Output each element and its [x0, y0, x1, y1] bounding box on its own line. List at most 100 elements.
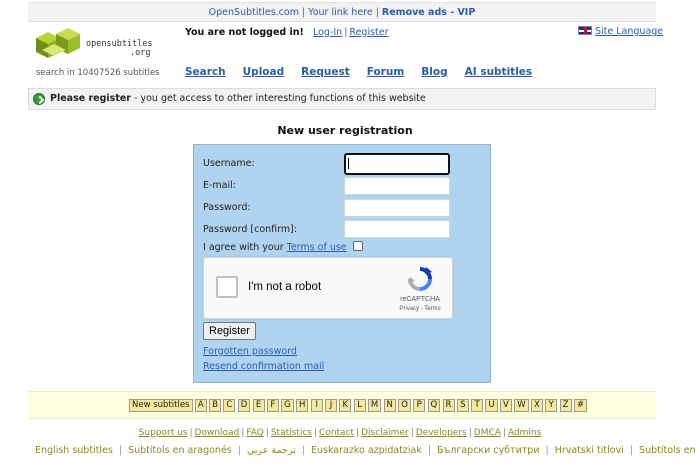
- letter-v[interactable]: V: [499, 399, 512, 412]
- nav-search[interactable]: Search: [185, 66, 226, 78]
- forgotten-password-link[interactable]: Forgotten password: [203, 346, 297, 357]
- language-link[interactable]: Subtítols en Català: [639, 445, 696, 456]
- footer-link-support-us[interactable]: Support us: [139, 428, 188, 438]
- footer-link-contact[interactable]: Contact: [319, 428, 354, 438]
- letter-j[interactable]: J: [325, 399, 338, 412]
- remove-ads-link[interactable]: Remove ads - VIP: [382, 7, 475, 18]
- nav-blog[interactable]: Blog: [421, 66, 447, 78]
- language-link[interactable]: ترجمة عربي: [247, 445, 296, 456]
- opensubtitles-com-link[interactable]: OpenSubtitles.com: [209, 7, 299, 18]
- new-subtitles-button[interactable]: New subtitles: [129, 399, 193, 412]
- separator: |: [502, 428, 506, 438]
- separator: |: [118, 445, 123, 456]
- letter-o[interactable]: O: [398, 399, 411, 412]
- recaptcha-logo-icon: [408, 267, 432, 291]
- separator: |: [427, 445, 432, 456]
- separator: |: [301, 445, 305, 456]
- terms-of-use-link[interactable]: Terms of use: [287, 242, 347, 253]
- letter-d[interactable]: D: [237, 399, 251, 412]
- separator: |: [410, 428, 414, 438]
- footer-link-disclaimer[interactable]: Disclaimer: [361, 428, 409, 438]
- check-circle-icon: [33, 93, 45, 105]
- separator: |: [375, 7, 379, 18]
- recaptcha-privacy-terms[interactable]: Privacy - Terms: [390, 306, 450, 312]
- nav-ai-subtitles[interactable]: AI subtitles: [465, 66, 533, 78]
- nav-upload[interactable]: Upload: [243, 66, 284, 78]
- letter-l[interactable]: L: [353, 399, 366, 412]
- letter-c[interactable]: C: [223, 399, 236, 412]
- alphabet-list: New subtitles A B C D E F G H I J K L M N O P Q R S T U V W X Y Z #: [129, 399, 589, 412]
- login-link[interactable]: Log-In: [313, 27, 342, 38]
- password-label: Password:: [203, 202, 251, 213]
- separator: |: [237, 445, 241, 456]
- language-link[interactable]: Euskarazko azpidatziak: [311, 445, 422, 456]
- letter-k[interactable]: K: [339, 399, 352, 412]
- register-notice: Please register - you get access to othe…: [28, 88, 656, 110]
- letter-n[interactable]: N: [383, 399, 396, 412]
- separator: |: [189, 428, 193, 438]
- letter-i[interactable]: I: [310, 399, 323, 412]
- footer-link-statistics[interactable]: Statistics: [271, 428, 312, 438]
- letter-e[interactable]: E: [252, 399, 265, 412]
- recaptcha-label: I'm not a robot: [248, 281, 322, 293]
- separator: |: [468, 428, 472, 438]
- register-link[interactable]: Register: [349, 27, 388, 38]
- your-link-here-link[interactable]: Your link here: [308, 7, 373, 18]
- letter-g[interactable]: G: [281, 399, 294, 412]
- letter-y[interactable]: Y: [545, 399, 558, 412]
- language-link[interactable]: Български субтитри: [437, 445, 539, 456]
- nav-request[interactable]: Request: [301, 66, 350, 78]
- register-button[interactable]: Register: [203, 322, 256, 340]
- username-input[interactable]: [344, 153, 450, 175]
- site-language[interactable]: Site Language: [578, 26, 663, 37]
- letter-t[interactable]: T: [471, 399, 484, 412]
- letter-q[interactable]: Q: [427, 399, 441, 412]
- password-input[interactable]: [344, 199, 450, 217]
- footer-link-dmca[interactable]: DMCA: [474, 428, 501, 438]
- notice-bold: Please register: [50, 93, 131, 104]
- letter-u[interactable]: U: [485, 399, 498, 412]
- email-label: E-mail:: [203, 180, 236, 191]
- top-bar: OpenSubtitles.com | Your link here | Remove …: [28, 2, 656, 22]
- notice-text: - you get access to other interesting fu…: [131, 93, 426, 104]
- nav-forum[interactable]: Forum: [367, 66, 405, 78]
- resend-confirmation-link[interactable]: Resend confirmation mail: [203, 361, 324, 372]
- language-link[interactable]: Hrvatski titlovi: [555, 445, 624, 456]
- footer-links: Support us | Download | FAQ | Statistics | Conta…: [0, 428, 680, 438]
- letter-z[interactable]: Z: [559, 399, 572, 412]
- password-confirm-input[interactable]: [344, 220, 450, 238]
- registration-title: New user registration: [277, 124, 413, 137]
- separator: |: [629, 445, 634, 456]
- agree-checkbox[interactable]: [352, 241, 363, 251]
- recaptcha-brand: reCAPTCHA: [400, 296, 440, 303]
- letter-w[interactable]: W: [514, 399, 529, 412]
- recaptcha-widget: I'm not a robot reCAPTCHA Privacy - Term…: [203, 257, 453, 319]
- letter-h[interactable]: H: [296, 399, 309, 412]
- footer-link-developers[interactable]: Developers: [416, 428, 467, 438]
- footer-link-faq[interactable]: FAQ: [246, 428, 263, 438]
- agree-terms: I agree with your Terms of use: [203, 241, 363, 253]
- language-list: English subtitles | Subtítols en aragonés |…: [35, 445, 696, 456]
- letter-b[interactable]: B: [209, 399, 222, 412]
- separator: |: [301, 7, 306, 18]
- main-nav: Search Upload Request Forum Blog AI subtitles: [185, 66, 549, 78]
- subtitle-count: search in 10407526 subtitles: [36, 68, 160, 78]
- letter-f[interactable]: F: [266, 399, 279, 412]
- footer-link-download[interactable]: Download: [195, 428, 240, 438]
- separator: |: [545, 445, 549, 456]
- letter-p[interactable]: P: [413, 399, 426, 412]
- language-link[interactable]: Subtítols en aragonés: [128, 445, 232, 456]
- letter-hash[interactable]: #: [573, 399, 587, 412]
- registration-form: Username: E-mail: Password: Password [co…: [193, 144, 491, 383]
- separator: |: [313, 428, 318, 438]
- letter-x[interactable]: X: [530, 399, 543, 412]
- recaptcha-checkbox[interactable]: [216, 276, 238, 298]
- email-input[interactable]: [344, 177, 450, 195]
- letter-r[interactable]: R: [442, 399, 455, 412]
- language-link[interactable]: English subtitles: [35, 445, 113, 456]
- letter-s[interactable]: S: [456, 399, 469, 412]
- site-language-link[interactable]: Site Language: [595, 26, 663, 37]
- footer-link-admins[interactable]: Admins: [508, 428, 541, 438]
- letter-m[interactable]: M: [367, 399, 382, 412]
- letter-a[interactable]: A: [194, 399, 207, 412]
